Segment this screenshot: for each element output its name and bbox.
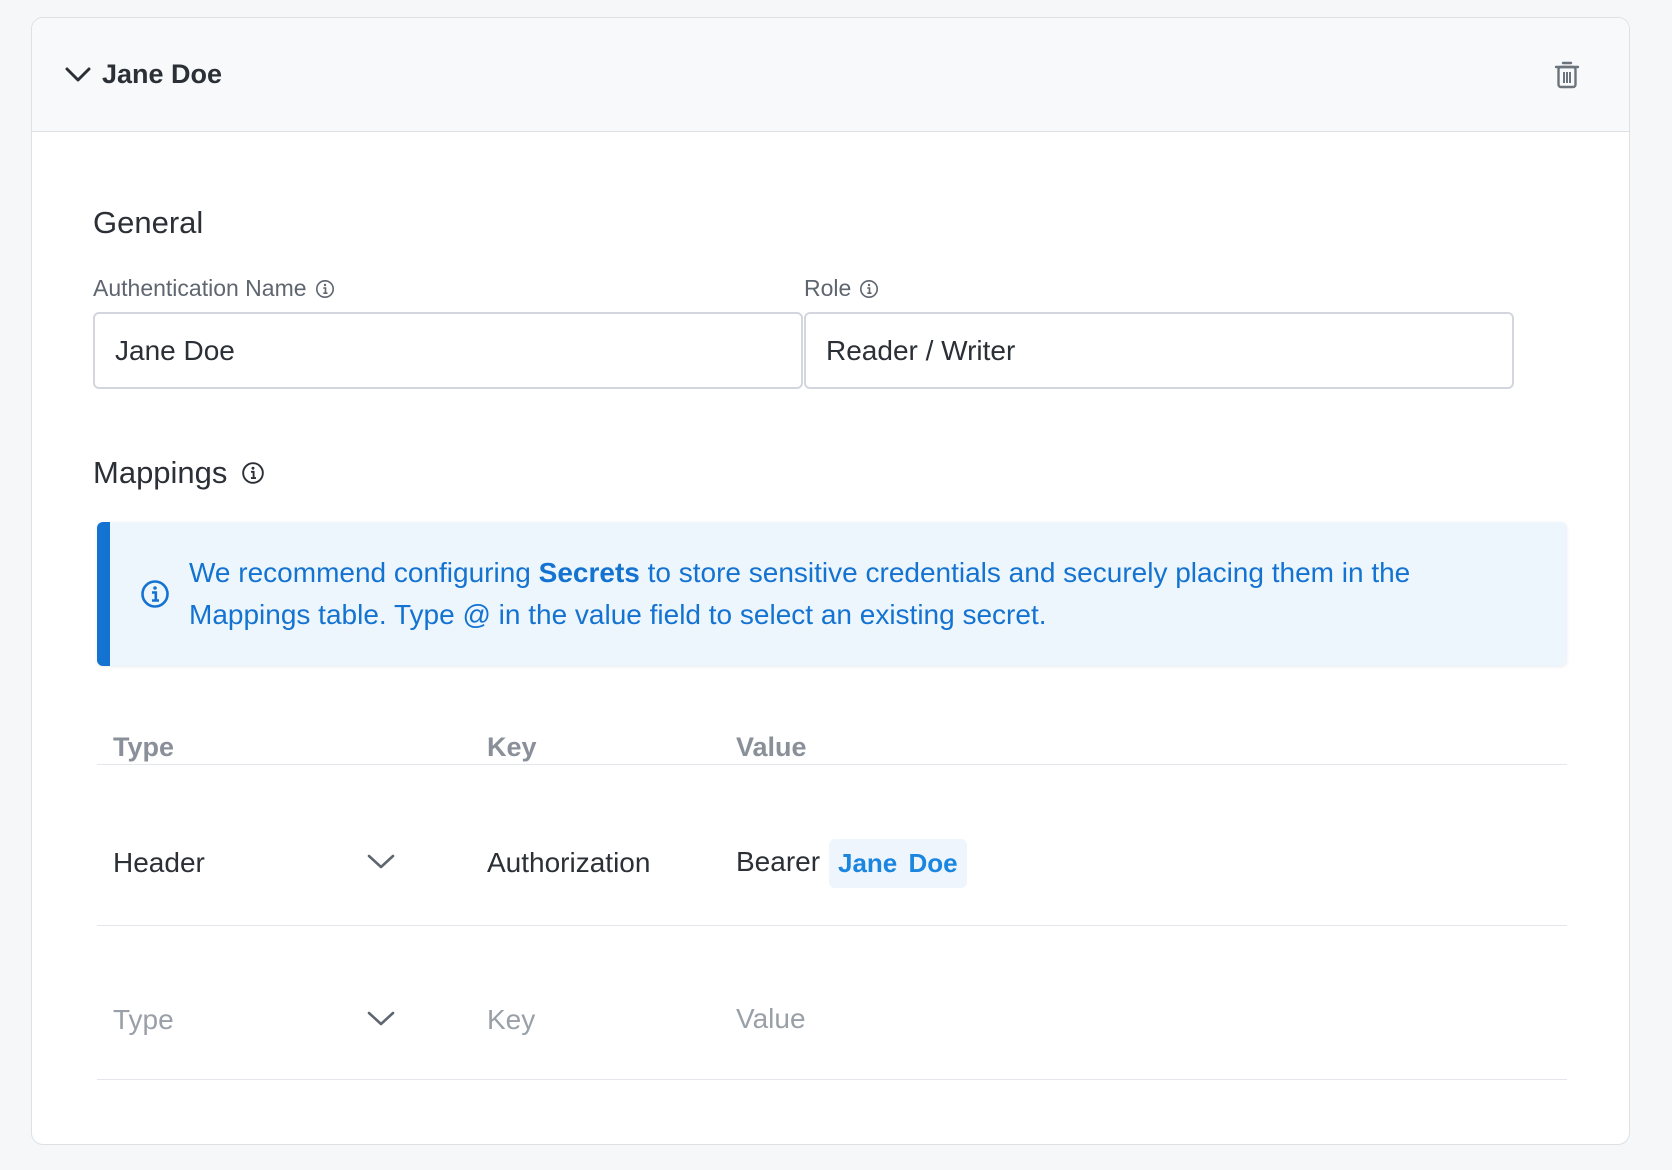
column-header-key: Key — [487, 732, 537, 762]
role-label-text: Role — [804, 275, 852, 301]
role-label: Role — [804, 275, 879, 302]
secrets-link[interactable]: Secrets — [539, 557, 640, 588]
auth-name-label: Authentication Name — [93, 275, 335, 302]
role-input[interactable] — [804, 312, 1514, 389]
chevron-down-icon[interactable] — [366, 852, 396, 872]
new-mapping-value-field[interactable]: Value — [736, 1003, 806, 1035]
section-title-mappings: Mappings — [93, 455, 265, 491]
auth-name-input[interactable] — [93, 312, 803, 389]
column-header-value: Value — [736, 732, 807, 762]
collapse-toggle[interactable] — [62, 59, 94, 91]
info-icon — [141, 580, 169, 608]
info-icon[interactable] — [315, 279, 335, 299]
banner-text: We recommend configuring Secrets to stor… — [189, 552, 1489, 636]
secret-chip[interactable]: Jane Doe — [829, 839, 967, 888]
card-title: Jane Doe — [102, 59, 223, 89]
mapping-key-field[interactable]: Authorization — [487, 847, 650, 879]
divider — [97, 1079, 1567, 1080]
banner-text-before: We recommend configuring — [189, 557, 539, 588]
new-mapping-key-field[interactable]: Key — [487, 1004, 535, 1036]
authentication-card: Jane Doe General Authentication Name Rol… — [31, 17, 1630, 1145]
chevron-down-icon — [65, 67, 91, 81]
section-title-general: General — [93, 205, 204, 240]
new-mapping-type-select[interactable]: Type — [113, 1004, 174, 1036]
trash-icon — [1554, 61, 1580, 88]
secrets-info-banner: We recommend configuring Secrets to stor… — [97, 522, 1567, 666]
divider — [97, 764, 1567, 765]
mapping-type-select[interactable]: Header — [113, 847, 205, 879]
info-icon[interactable] — [859, 279, 879, 299]
mapping-value-prefix[interactable]: Bearer — [736, 846, 820, 878]
chevron-down-icon[interactable] — [366, 1009, 396, 1029]
mappings-title-text: Mappings — [93, 455, 228, 490]
divider — [97, 925, 1567, 926]
delete-button[interactable] — [1549, 55, 1585, 95]
auth-name-label-text: Authentication Name — [93, 275, 307, 301]
card-header[interactable]: Jane Doe — [32, 18, 1629, 132]
info-icon[interactable] — [241, 461, 265, 485]
column-header-type: Type — [113, 732, 175, 762]
